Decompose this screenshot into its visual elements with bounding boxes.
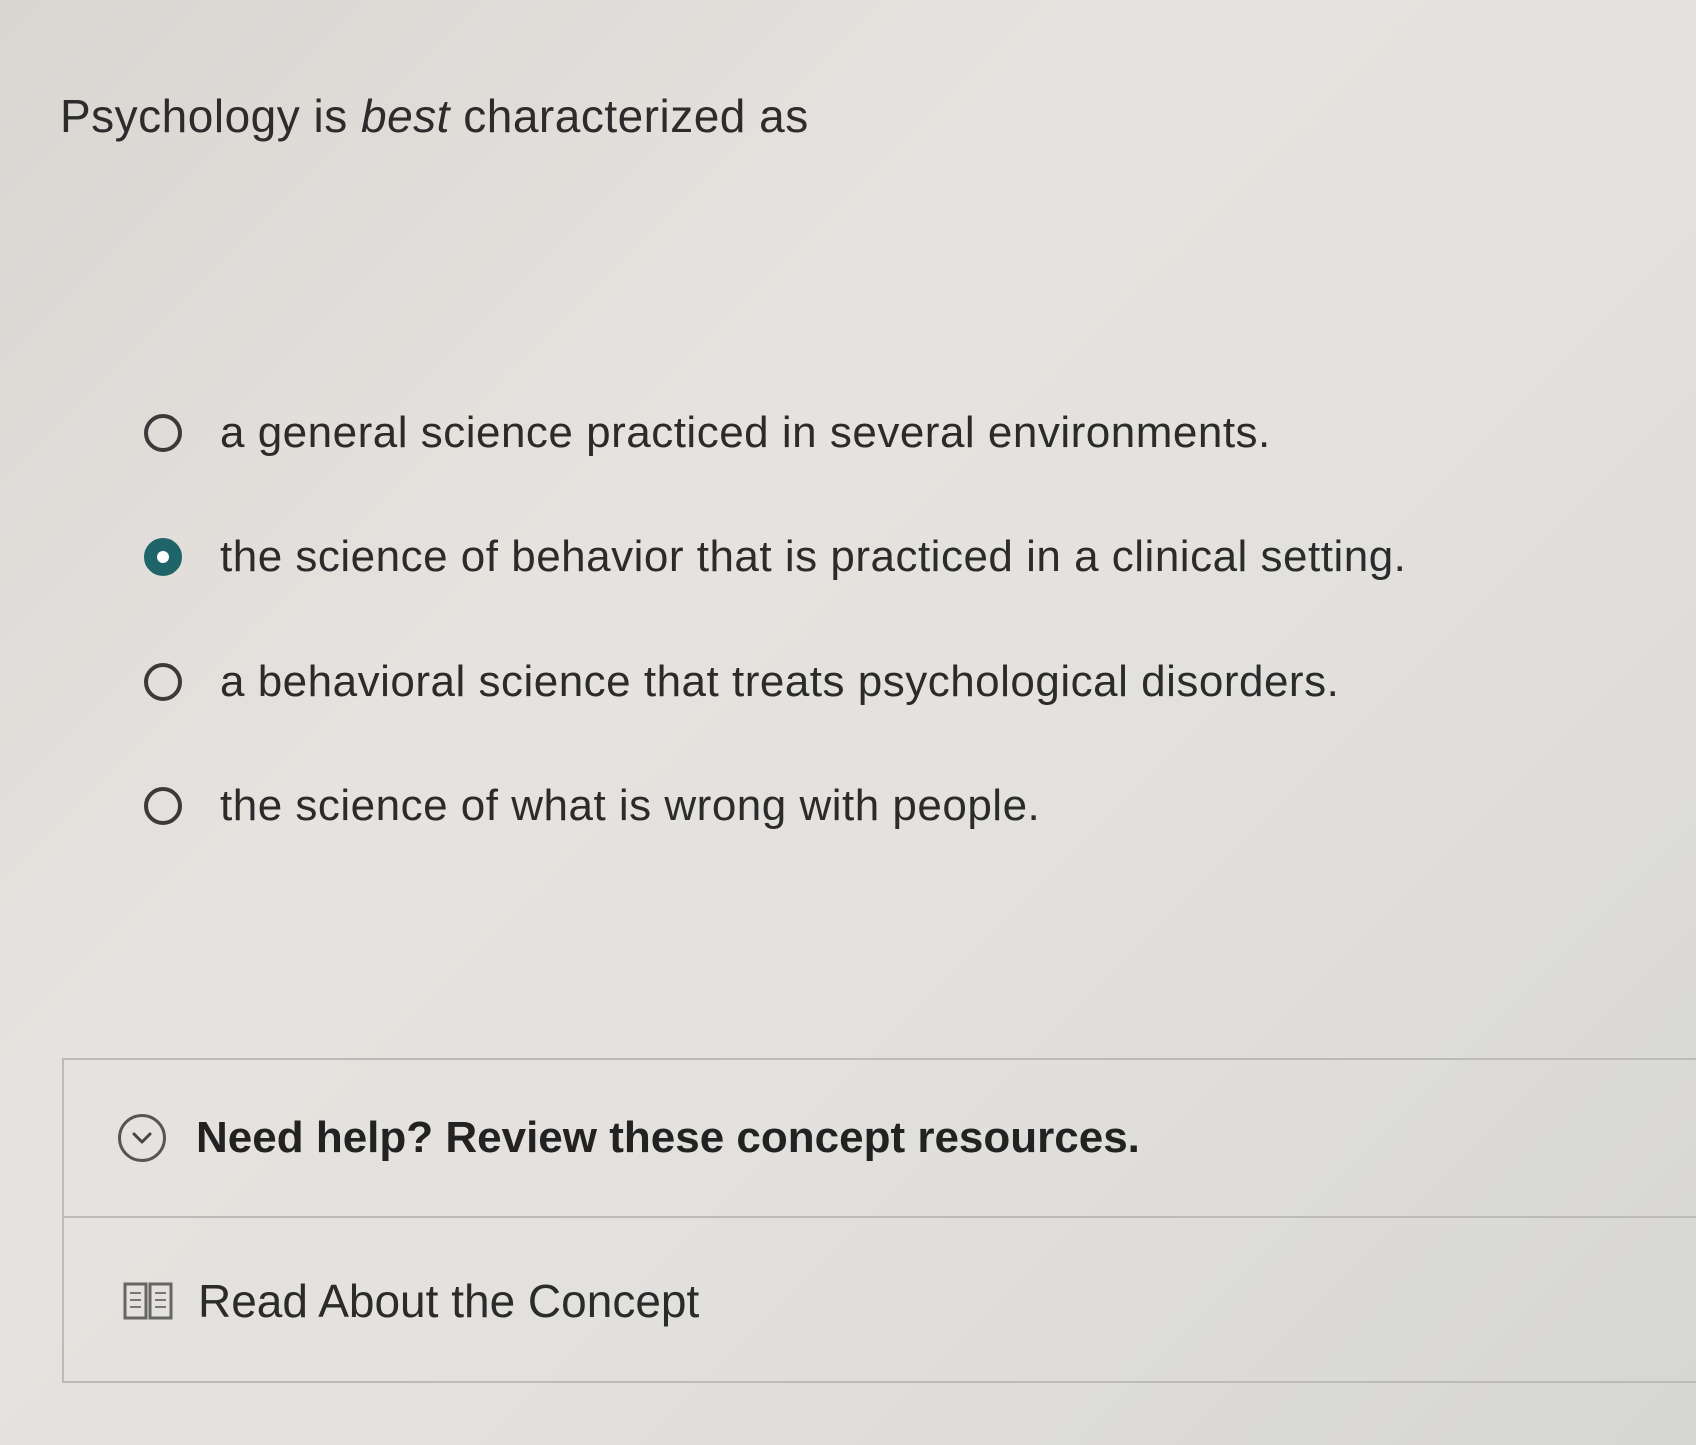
answer-choice-label: the science of what is wrong with people…: [220, 781, 1041, 830]
answer-choice-c[interactable]: a behavioral science that treats psychol…: [144, 647, 1339, 717]
question-prompt-end: characterized as: [449, 90, 809, 142]
answer-choice-label: a general science practiced in several e…: [220, 408, 1271, 457]
answer-choice-label: a behavioral science that treats psychol…: [220, 657, 1340, 706]
chevron-down-circle-icon[interactable]: [118, 1114, 166, 1162]
concept-resources-title: Need help? Review these concept resource…: [196, 1113, 1140, 1162]
radio-button-unselected-icon[interactable]: [144, 663, 182, 701]
question-prompt-start: Psychology is: [60, 90, 362, 142]
concept-resources-panel: Need help? Review these concept resource…: [62, 1058, 1696, 1383]
book-icon: [122, 1280, 174, 1322]
read-about-concept-link[interactable]: Read About the Concept: [64, 1218, 1696, 1383]
answer-choice-label: the science of behavior that is practice…: [220, 532, 1407, 581]
read-about-concept-label: Read About the Concept: [198, 1274, 700, 1327]
answer-choice-d[interactable]: the science of what is wrong with people…: [144, 771, 1040, 841]
concept-resources-toggle[interactable]: Need help? Review these concept resource…: [64, 1060, 1696, 1218]
answer-choice-b[interactable]: the science of behavior that is practice…: [144, 522, 1406, 592]
question-prompt: Psychology is best characterized as: [60, 86, 809, 146]
chevron-down-icon: [132, 1132, 152, 1144]
radio-dot-icon: [157, 551, 169, 563]
answer-choice-a[interactable]: a general science practiced in several e…: [144, 398, 1271, 468]
question-prompt-emphasis: best: [361, 90, 450, 142]
radio-button-unselected-icon[interactable]: [144, 787, 182, 825]
radio-button-unselected-icon[interactable]: [144, 414, 182, 452]
radio-button-selected-icon[interactable]: [144, 538, 182, 576]
